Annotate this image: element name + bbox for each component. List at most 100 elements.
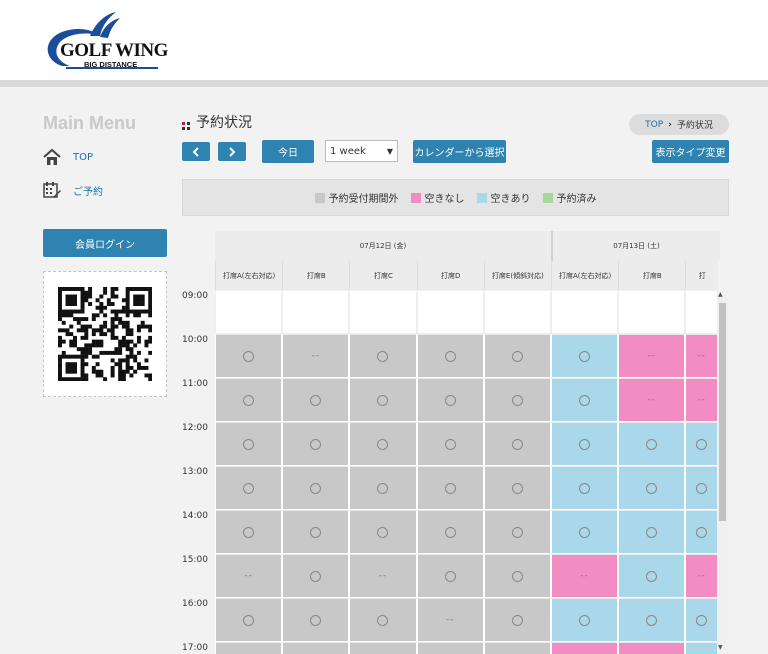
qr-code-panel (43, 271, 167, 397)
range-select[interactable]: 1 week ▼ (325, 140, 398, 162)
today-button[interactable]: 今日 (262, 140, 314, 163)
legend-swatch (542, 192, 553, 203)
schedule-grid: 07月12日 (金) 打席A(左右対応) 打席B 打席C 打席D 打席E(傾斜対応) 07月… (182, 231, 729, 654)
schedule-slot (416, 290, 484, 334)
time-label: 13:00 (182, 467, 208, 477)
available-circle-icon (243, 614, 255, 626)
available-circle-icon (377, 438, 389, 450)
available-circle-icon (243, 482, 255, 494)
schedule-slot[interactable] (618, 554, 686, 598)
available-circle-icon (243, 394, 255, 406)
lane-header: 打席A(左右対応) (215, 261, 283, 290)
available-circle-icon (511, 438, 523, 450)
schedule-slot (282, 598, 350, 642)
schedule-slot (349, 466, 417, 510)
page-title-text: 予約状況 (196, 115, 252, 131)
schedule-slot[interactable] (685, 422, 718, 466)
status-legend: 予約受付期間外 空きなし 空きあり 予約済み (182, 179, 729, 216)
breadcrumb-top-link[interactable]: TOP (645, 120, 663, 130)
available-circle-icon (511, 350, 523, 362)
schedule-slot[interactable] (685, 510, 718, 554)
scrollbar-thumb[interactable] (719, 303, 726, 521)
available-circle-icon (646, 526, 658, 538)
range-select-value: 1 week (330, 145, 366, 157)
schedule-slot (282, 378, 350, 422)
lane-header: 打席B (618, 261, 686, 290)
schedule-slot (215, 598, 283, 642)
unavailable-dash: -- (445, 615, 455, 625)
schedule-slot (416, 466, 484, 510)
schedule-slot: -- (618, 642, 686, 654)
schedule-slot[interactable] (551, 334, 619, 378)
schedule-slot (618, 290, 686, 334)
schedule-slot[interactable] (618, 510, 686, 554)
available-circle-icon (310, 394, 322, 406)
unavailable-dash: -- (697, 351, 706, 361)
legend-label: 予約受付期間外 (328, 194, 399, 205)
schedule-slot[interactable] (685, 598, 718, 642)
schedule-slot (685, 290, 718, 334)
sidebar-item-top[interactable]: TOP (43, 148, 93, 166)
legend-label: 予約済み (556, 194, 597, 205)
available-circle-icon (511, 526, 523, 538)
schedule-slot[interactable] (618, 598, 686, 642)
available-circle-icon (377, 482, 389, 494)
schedule-slot: -- (685, 334, 718, 378)
available-circle-icon (696, 438, 708, 450)
unavailable-dash: -- (697, 571, 706, 581)
next-week-button[interactable] (218, 142, 246, 161)
legend-item: 空きあり (476, 190, 531, 205)
available-circle-icon (444, 394, 456, 406)
schedule-slot[interactable] (618, 422, 686, 466)
schedule-slot[interactable] (685, 466, 718, 510)
schedule-slot: -- (349, 554, 417, 598)
lane-header: 打席A(左右対応) (551, 261, 619, 290)
schedule-slot (349, 334, 417, 378)
schedule-slot (282, 642, 350, 654)
unavailable-dash: -- (244, 571, 253, 581)
legend-swatch (314, 192, 325, 203)
sidebar-title: Main Menu (43, 113, 136, 133)
scroll-down-icon[interactable]: ▼ (718, 644, 723, 651)
schedule-slot (282, 290, 350, 334)
schedule-slot: -- (215, 554, 283, 598)
breadcrumb-current: 予約状況 (676, 121, 713, 131)
view-type-button[interactable]: 表示タイプ変更 (652, 140, 729, 163)
available-circle-icon (243, 438, 255, 450)
available-circle-icon (377, 350, 389, 362)
schedule-slot (349, 510, 417, 554)
available-circle-icon (646, 570, 658, 582)
schedule-slot[interactable] (551, 598, 619, 642)
available-circle-icon (579, 614, 591, 626)
schedule-slot (483, 334, 551, 378)
available-circle-icon (377, 526, 389, 538)
available-circle-icon (444, 570, 456, 582)
schedule-slot[interactable] (551, 466, 619, 510)
schedule-slot (282, 422, 350, 466)
prev-week-button[interactable] (182, 142, 210, 161)
lane-header: 打席D (416, 261, 484, 290)
schedule-slot (215, 466, 283, 510)
golf-wing-logo[interactable]: GOLF WING BIG DISTANCE (40, 10, 170, 72)
schedule-slot[interactable] (551, 378, 619, 422)
schedule-slot (349, 598, 417, 642)
available-circle-icon (377, 614, 389, 626)
member-login-button[interactable]: 会員ログイン (43, 229, 167, 257)
available-circle-icon (310, 438, 322, 450)
schedule-slot: -- (551, 554, 619, 598)
schedule-slot[interactable] (618, 466, 686, 510)
available-circle-icon (310, 570, 322, 582)
legend-label: 空きなし (424, 194, 465, 205)
calendar-select-button[interactable]: カレンダーから選択 (413, 140, 506, 163)
schedule-slot[interactable] (551, 510, 619, 554)
sidebar-item-reservation[interactable]: ご予約 (43, 181, 103, 199)
schedule-slot[interactable] (685, 642, 718, 654)
legend-item: 予約済み (542, 190, 597, 205)
schedule-slot (416, 510, 484, 554)
schedule-slot (483, 510, 551, 554)
date-header: 07月12日 (金) (215, 231, 551, 261)
scroll-up-icon[interactable]: ▲ (718, 291, 723, 298)
time-label: 11:00 (182, 379, 208, 389)
schedule-slot[interactable] (551, 422, 619, 466)
qr-code-icon (58, 287, 152, 381)
